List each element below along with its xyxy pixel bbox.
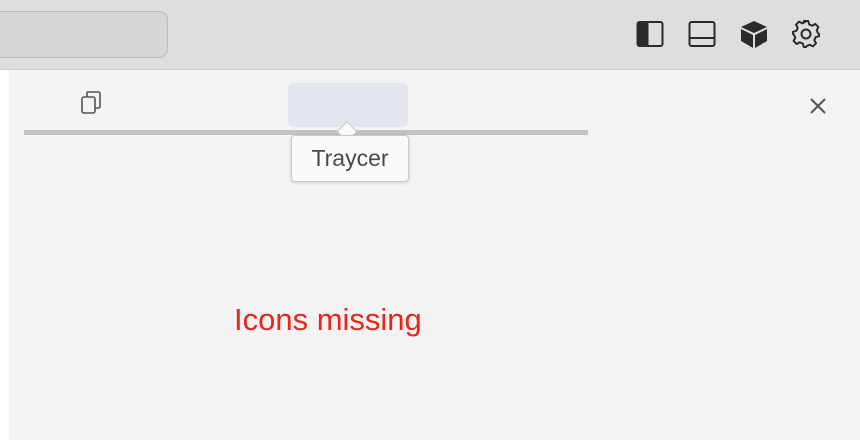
gear-icon[interactable] — [789, 17, 823, 51]
sidebar-left-icon[interactable] — [633, 17, 667, 51]
annotation-text: Icons missing — [234, 302, 422, 337]
title-bar — [0, 0, 860, 70]
tooltip: Traycer — [291, 135, 409, 182]
panel-bottom-icon[interactable] — [685, 17, 719, 51]
cube-icon[interactable] — [737, 17, 771, 51]
tab-traycer[interactable] — [288, 83, 408, 127]
copy-icon[interactable] — [79, 90, 103, 116]
window-edge — [0, 70, 9, 440]
side-panel — [9, 70, 860, 440]
close-icon[interactable] — [805, 93, 831, 119]
search-field[interactable] — [0, 11, 168, 58]
